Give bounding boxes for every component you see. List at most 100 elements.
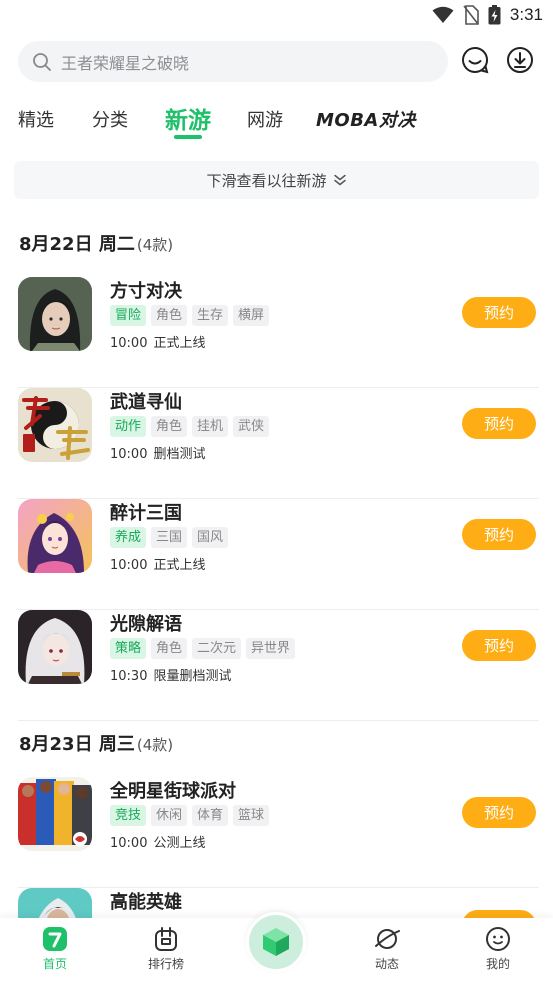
game-row[interactable]: 全明星街球派对 竞技 休闲 体育 篮球 10:00 公测上线 预约 — [0, 777, 553, 888]
tag: 二次元 — [192, 638, 242, 659]
game-title[interactable]: 光隙解语 — [110, 610, 182, 636]
search-bar[interactable]: 王者荣耀星之破晓 — [18, 41, 448, 82]
game-title[interactable]: 高能英雄 — [110, 888, 182, 914]
game-title[interactable]: 全明星街球派对 — [110, 777, 236, 803]
nav-feed[interactable]: 动态 — [352, 926, 422, 972]
game-cover-image[interactable] — [18, 499, 92, 573]
reserve-button[interactable]: 预约 — [462, 519, 536, 550]
search-placeholder: 王者荣耀星之破晓 — [61, 53, 190, 73]
reserve-button[interactable]: 预约 — [462, 797, 536, 828]
search-icon — [33, 52, 51, 71]
release-time: 10:00 — [110, 336, 148, 351]
center-cube-button[interactable] — [246, 912, 306, 972]
cube-icon — [263, 928, 289, 956]
tag: 国风 — [192, 527, 229, 548]
game-cover-image[interactable] — [18, 610, 92, 684]
release-info: 10:00 正式上线 — [110, 554, 205, 573]
nav-profile-label: 我的 — [485, 957, 510, 971]
tag: 生存 — [192, 305, 229, 326]
divider — [18, 720, 539, 721]
download-button[interactable] — [504, 44, 536, 76]
game-cover-image[interactable] — [18, 777, 92, 851]
game-title[interactable]: 武道寻仙 — [110, 388, 182, 414]
status-time: 3:31 — [509, 5, 543, 24]
game-title[interactable]: 醉计三国 — [110, 499, 182, 525]
release-status: 公测上线 — [153, 836, 206, 851]
release-info: 10:30 限量删档测试 — [110, 665, 231, 684]
tag: 角色 — [151, 638, 188, 659]
release-status: 正式上线 — [153, 558, 206, 573]
game-cover-image[interactable] — [18, 277, 92, 351]
game-row[interactable]: 方寸对决 冒险 角色 生存 横屏 10:00 正式上线 预约 — [0, 277, 553, 388]
release-status: 限量删档测试 — [153, 669, 232, 684]
tag-list: 竞技 休闲 体育 篮球 — [110, 805, 270, 826]
date-label: 8月22日 周二 — [19, 234, 135, 255]
battery-charging-icon — [488, 5, 501, 25]
game-cover-image[interactable] — [18, 388, 92, 462]
tag: 动作 — [110, 416, 147, 437]
planet-icon — [375, 929, 400, 949]
tag: 策略 — [110, 638, 147, 659]
release-status: 删档测试 — [153, 447, 206, 462]
game-count: (4款) — [136, 736, 174, 754]
nav-home[interactable]: 首页 — [20, 926, 90, 972]
date-header: 8月22日 周二 (4款) — [19, 230, 173, 256]
tag: 角色 — [151, 416, 188, 437]
tag-list: 动作 角色 挂机 武侠 — [110, 416, 270, 437]
nav-ranking[interactable]: 排行榜 — [131, 926, 201, 972]
tag-list: 养成 三国 国风 — [110, 527, 229, 548]
date-header: 8月23日 周三 (4款) — [19, 730, 173, 756]
status-bar: 3:31 — [0, 0, 553, 32]
game-row[interactable]: 武道寻仙 动作 角色 挂机 武侠 10:00 删档测试 预约 — [0, 388, 553, 499]
tag: 养成 — [110, 527, 147, 548]
tag: 篮球 — [233, 805, 270, 826]
nav-profile[interactable]: 我的 — [463, 926, 533, 972]
release-time: 10:30 — [110, 669, 148, 684]
game-row[interactable]: 光隙解语 策略 角色 二次元 异世界 10:30 限量删档测试 预约 — [0, 610, 553, 721]
tag: 横屏 — [233, 305, 270, 326]
tag-list: 冒险 角色 生存 横屏 — [110, 305, 270, 326]
game-title[interactable]: 方寸对决 — [110, 277, 182, 303]
history-hint[interactable]: 下滑查看以往新游 — [14, 161, 539, 199]
nav-ranking-label: 排行榜 — [147, 957, 184, 971]
release-info: 10:00 删档测试 — [110, 443, 205, 462]
release-time: 10:00 — [110, 836, 148, 851]
tag: 竞技 — [110, 805, 147, 826]
active-tab-indicator — [174, 135, 202, 139]
release-info: 10:00 正式上线 — [110, 332, 205, 351]
reserve-button[interactable]: 预约 — [462, 630, 536, 661]
category-tabs: 精选 分类 新游 网游 MOBA对决 — [0, 98, 553, 142]
tag: 三国 — [151, 527, 188, 548]
date-label: 8月23日 周三 — [19, 734, 135, 755]
profile-icon — [486, 927, 510, 951]
tab-online-games[interactable]: 网游 — [247, 106, 283, 132]
tag: 挂机 — [192, 416, 229, 437]
tab-new-games[interactable]: 新游 — [165, 101, 211, 135]
game-count: (4款) — [136, 236, 174, 254]
release-info: 10:00 公测上线 — [110, 832, 205, 851]
reserve-button[interactable]: 预约 — [462, 408, 536, 439]
reserve-button[interactable]: 预约 — [462, 297, 536, 328]
tag: 异世界 — [246, 638, 296, 659]
release-time: 10:00 — [110, 447, 148, 462]
tab-categories[interactable]: 分类 — [92, 106, 128, 132]
tag: 体育 — [192, 805, 229, 826]
tag: 休闲 — [151, 805, 188, 826]
no-sim-icon — [463, 5, 479, 25]
nav-feed-label: 动态 — [374, 957, 399, 971]
release-status: 正式上线 — [153, 336, 206, 351]
nav-home-label: 首页 — [42, 957, 67, 971]
game-row[interactable]: 醉计三国 养成 三国 国风 10:00 正式上线 预约 — [0, 499, 553, 610]
tag: 冒险 — [110, 305, 147, 326]
release-time: 10:00 — [110, 558, 148, 573]
wifi-icon — [432, 6, 454, 23]
tag: 武侠 — [233, 416, 270, 437]
download-icon — [507, 47, 533, 73]
tag: 角色 — [151, 305, 188, 326]
message-icon — [462, 46, 489, 74]
tab-featured[interactable]: 精选 — [18, 106, 54, 132]
double-chevron-down-icon — [333, 174, 346, 186]
tab-moba[interactable]: MOBA对决 — [316, 106, 416, 132]
message-button[interactable] — [459, 44, 491, 76]
tag-list: 策略 角色 二次元 异世界 — [110, 638, 296, 659]
